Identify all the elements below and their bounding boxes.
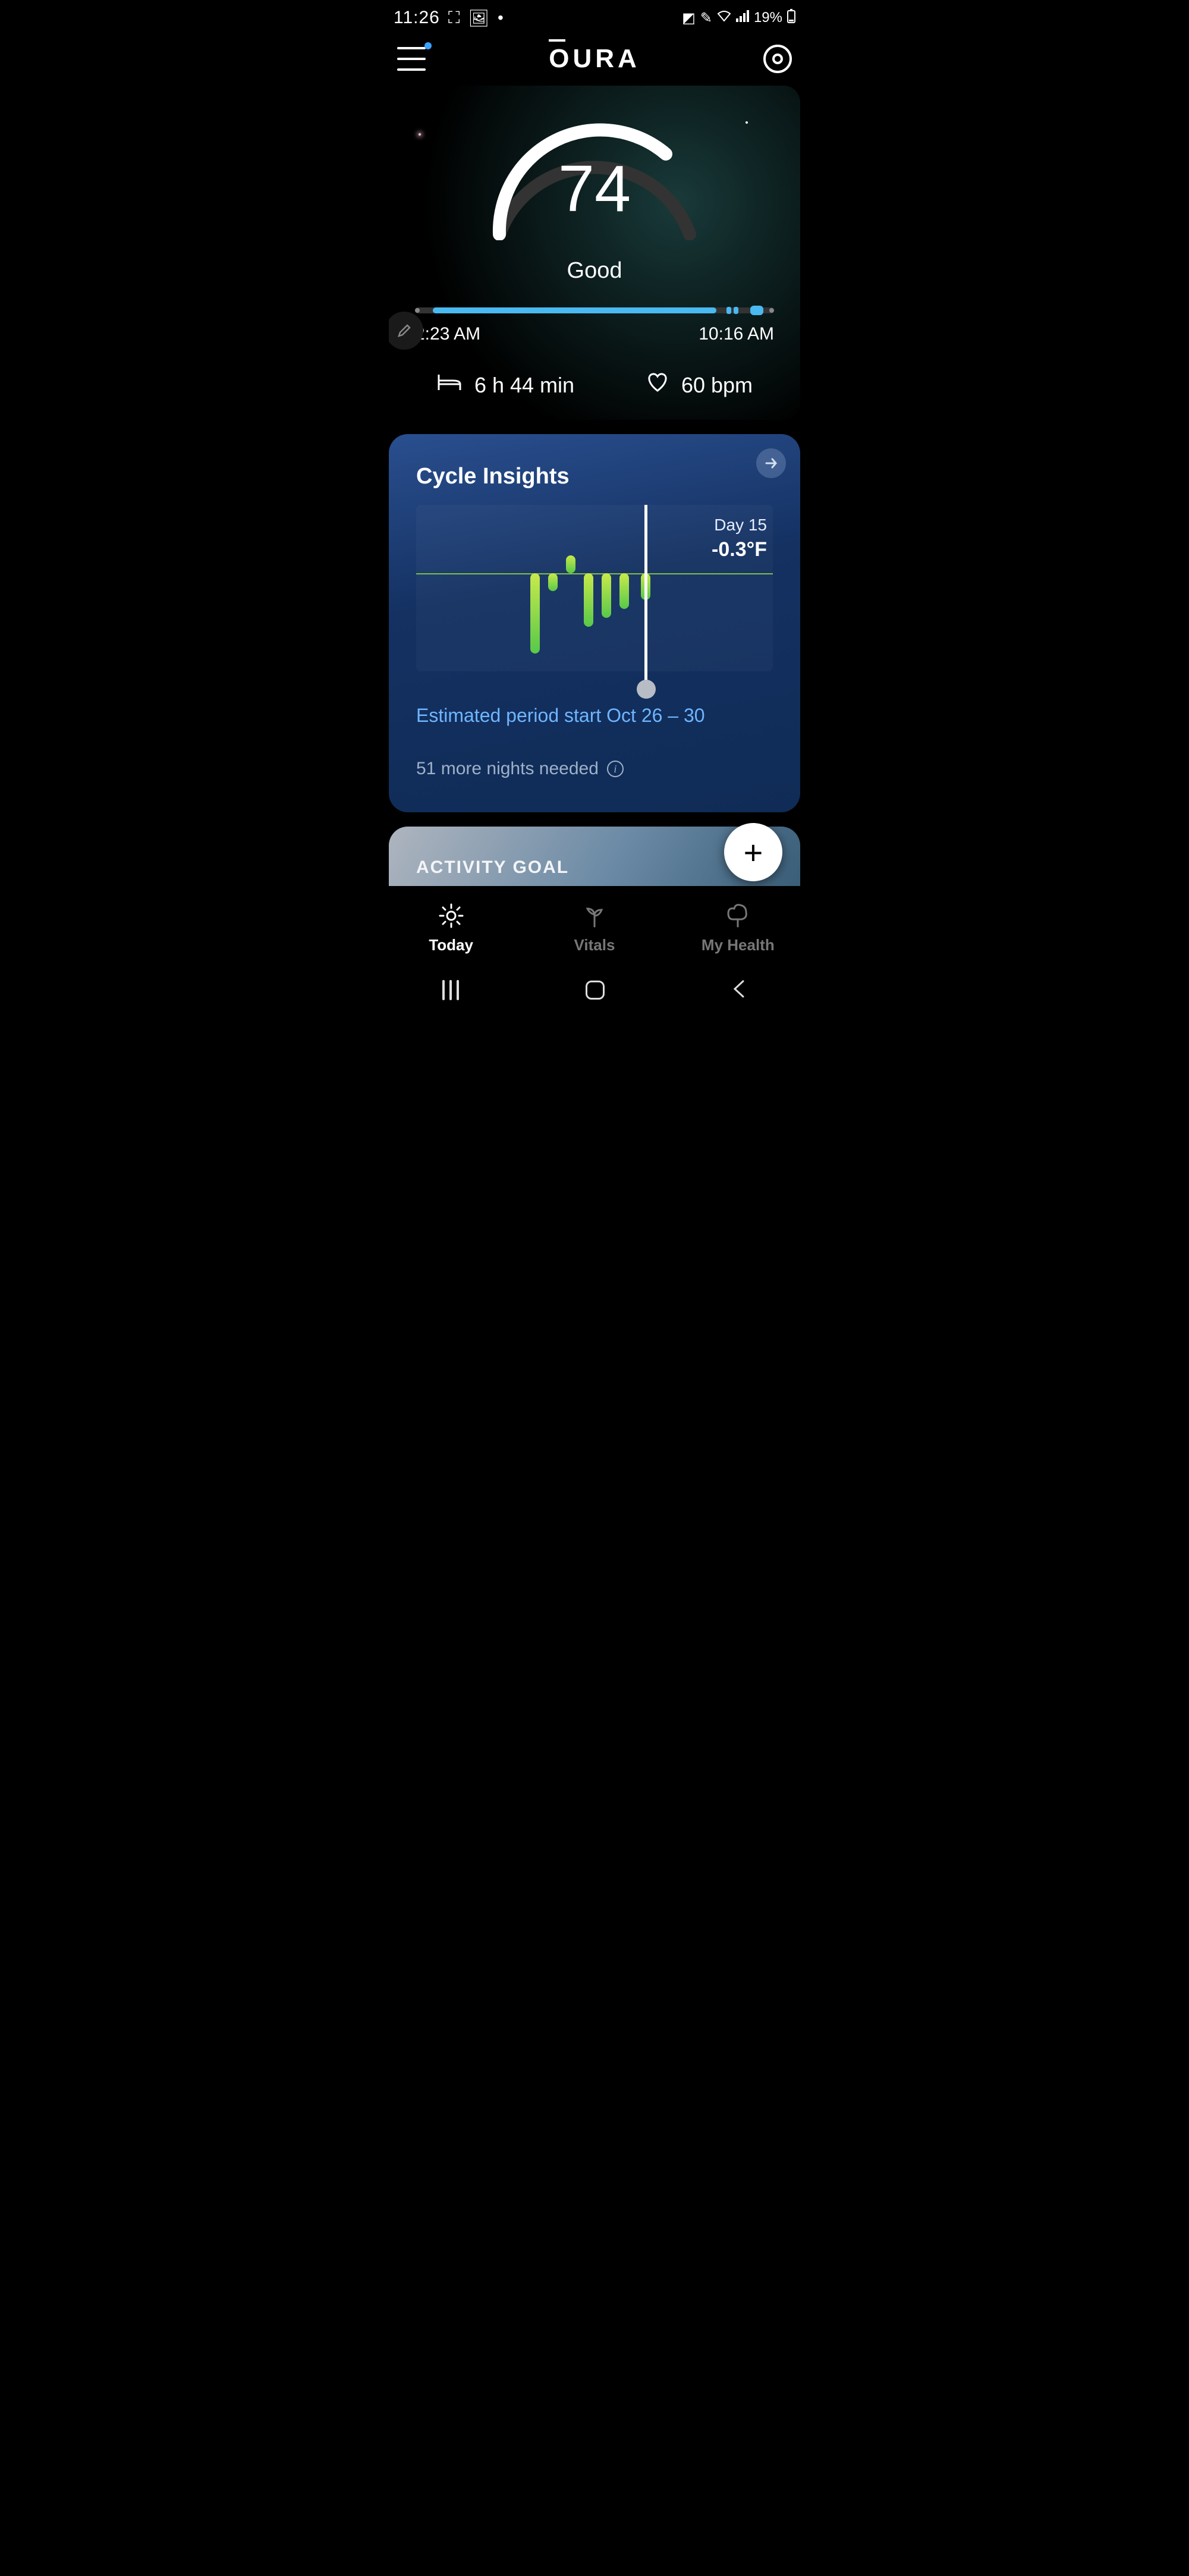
sleep-start-time: 2:23 AM (415, 324, 480, 344)
notification-dot-icon (424, 42, 432, 49)
cycle-readout: Day 15 -0.3°F (712, 516, 767, 561)
tab-my-health[interactable]: My Health (667, 903, 809, 954)
brand-logo: OURA (549, 44, 640, 74)
info-icon[interactable]: i (607, 761, 624, 777)
sleep-score-rating: Good (389, 258, 800, 284)
tab-today[interactable]: Today (380, 903, 522, 954)
profile-target-button[interactable] (763, 45, 792, 73)
sleep-hr-stat: 60 bpm (646, 372, 753, 398)
bed-icon (436, 372, 463, 398)
activity-goal-label: ACTIVITY GOAL (416, 857, 569, 878)
screenshot-icon: ⛶ (448, 8, 460, 28)
cycle-temp-value: -0.3°F (712, 538, 767, 561)
add-activity-button[interactable]: + (724, 823, 782, 881)
cycle-estimate-text: Estimated period start Oct 26 – 30 (416, 705, 773, 727)
status-time: 11:26 (394, 8, 440, 28)
pencil-icon: ✎ (700, 10, 712, 27)
android-home-button[interactable] (586, 981, 605, 1000)
menu-button[interactable] (397, 47, 426, 71)
battery-icon (787, 9, 795, 27)
cycle-temperature-chart[interactable]: Day 15 -0.3°F (416, 505, 773, 671)
signal-icon (736, 10, 749, 26)
leaf-icon: ◩ (682, 10, 696, 27)
gallery-icon: 🖼 (468, 8, 489, 28)
android-nav-bar (379, 966, 810, 1014)
android-recents-button[interactable] (442, 980, 459, 1000)
sprout-icon (581, 903, 608, 929)
android-status-bar: 11:26 ⛶ 🖼 • ◩ ✎ 19% (379, 0, 810, 36)
cycle-insights-card[interactable]: Cycle Insights Day 15 -0.3°F Estimated p… (389, 434, 800, 812)
sleep-score-card[interactable]: 74 Good 2:23 AM 10:16 AM 6 h 44 min (389, 86, 800, 420)
sleep-duration-stat: 6 h 44 min (436, 372, 574, 398)
heart-icon (646, 372, 669, 398)
app-header: OURA (379, 36, 810, 86)
cycle-day-label: Day 15 (712, 516, 767, 535)
cycle-cursor-handle[interactable] (644, 505, 647, 689)
tree-icon (725, 903, 751, 929)
tab-vitals[interactable]: Vitals (524, 903, 666, 954)
battery-pct: 19% (754, 10, 782, 26)
bottom-tab-bar: Today Vitals My Health (379, 886, 810, 966)
sleep-score-value: 74 (389, 151, 800, 227)
sleep-timeline[interactable] (389, 284, 800, 313)
sun-icon (438, 903, 464, 929)
android-back-button[interactable] (731, 979, 747, 1002)
cycle-more-nights: 51 more nights needed (416, 759, 599, 779)
dot-icon: • (498, 8, 504, 27)
wifi-icon (717, 10, 731, 26)
activity-goal-card[interactable]: ACTIVITY GOAL + (389, 827, 800, 886)
sleep-end-time: 10:16 AM (699, 324, 774, 344)
cycle-open-button[interactable] (756, 448, 786, 478)
cycle-title: Cycle Insights (416, 464, 773, 489)
